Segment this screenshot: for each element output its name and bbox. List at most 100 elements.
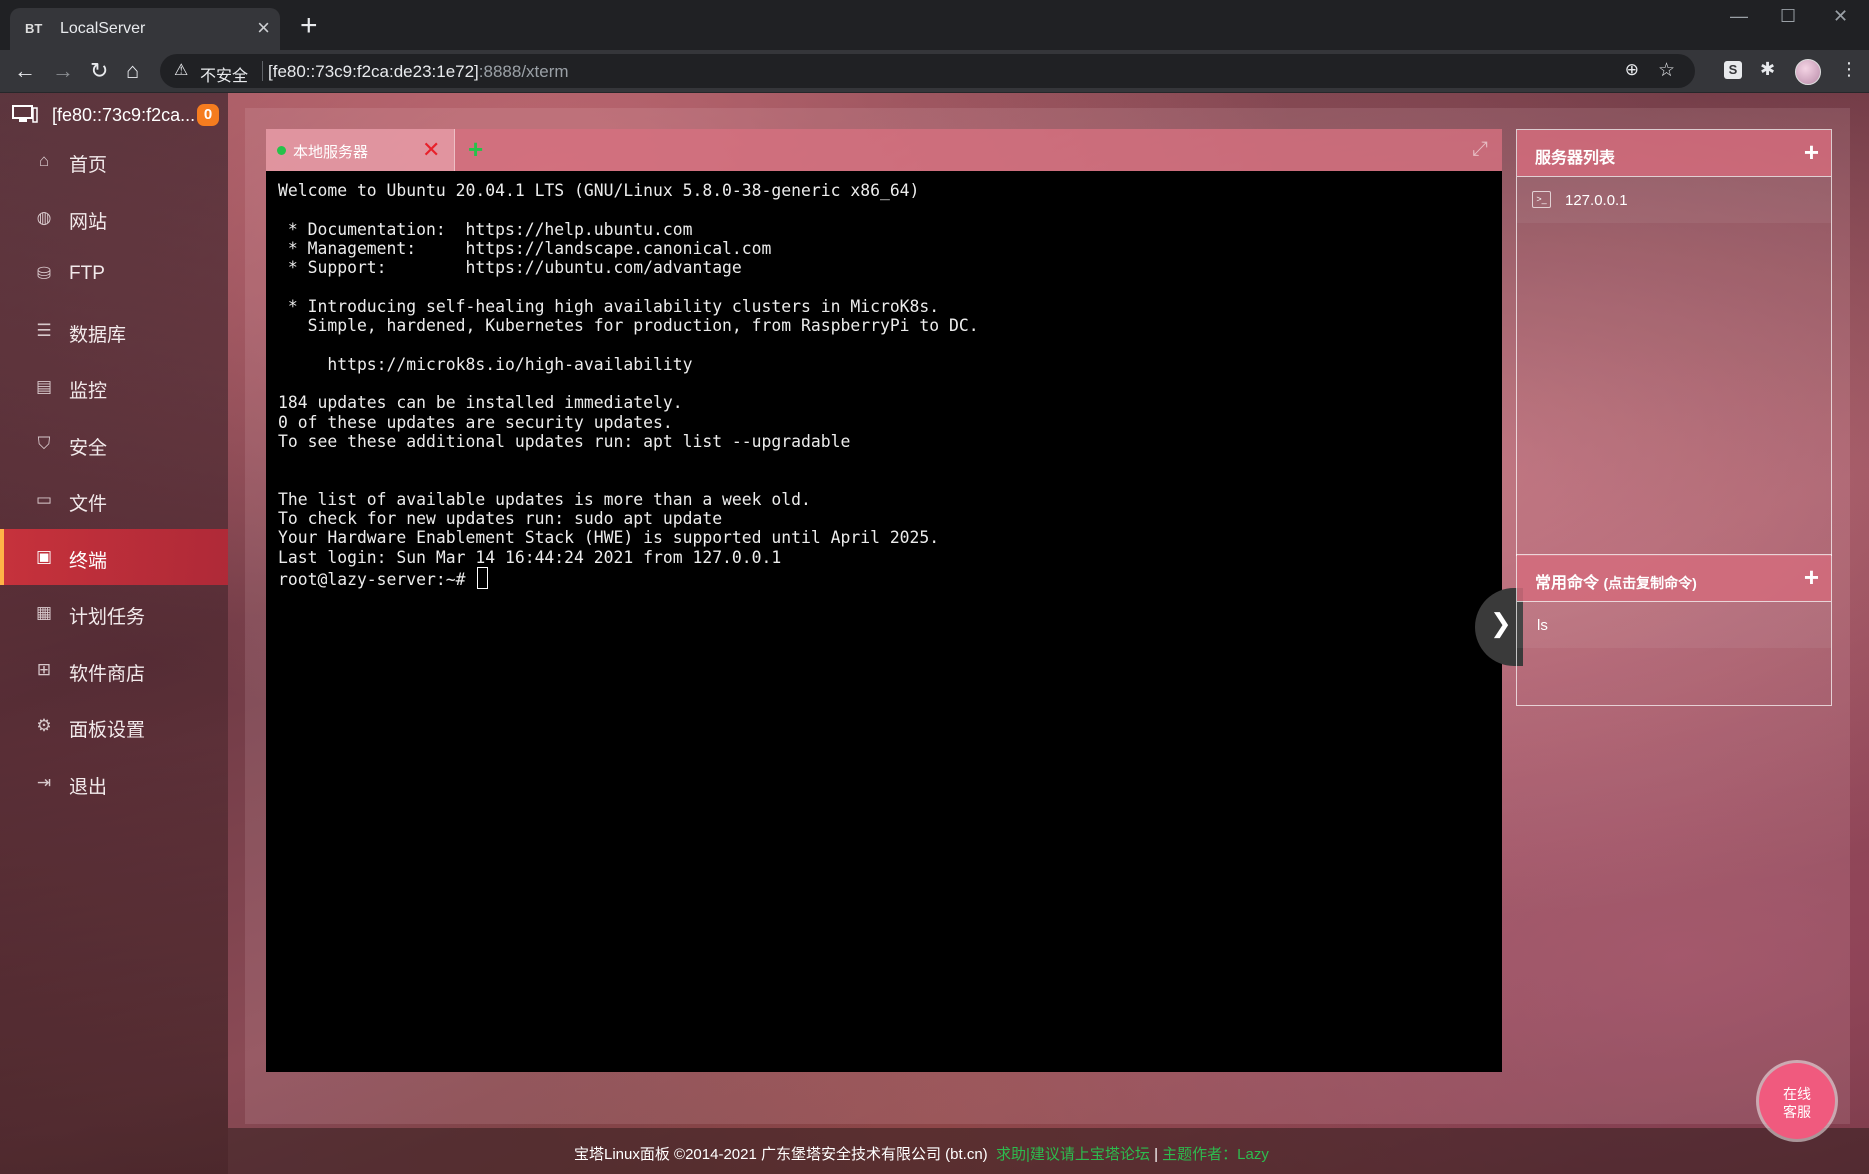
sidebar-item-0[interactable]: ⌂ 首页 [0,133,228,190]
grid-apps-icon: ⊞ [36,659,52,679]
database-icon: ☰ [36,320,52,340]
command-text: ls [1537,617,1548,634]
commands-title: 常用命令 (点击复制命令) [1535,569,1697,593]
sidebar: [fe80::73c9:f2ca... 0 ⌂ 首页 ◍ 网站 ⛁ FTP☰ 数据库▤ 监控⛉… [0,93,228,1174]
forum-link[interactable]: 求助|建议请上宝塔论坛 [996,1146,1150,1163]
terminal-tab-label: 本地服务器 [293,144,369,161]
s-extension-icon[interactable]: S [1724,61,1742,79]
browser-tab[interactable]: BT LocalServer × [10,8,280,50]
window-close-icon[interactable]: ✕ [1833,6,1848,27]
close-terminal-icon[interactable]: ✕ [422,137,440,163]
commands-panel: 常用命令 (点击复制命令) + ls [1516,554,1832,706]
notification-badge[interactable]: 0 [197,104,219,126]
sidebar-item-3[interactable]: ☰ 数据库 [0,303,228,360]
add-server-icon[interactable]: + [1804,137,1819,168]
back-icon[interactable]: ← [14,58,36,84]
monitor-chart-icon: ▤ [35,377,53,396]
browser-toolbar: ← → ↻ ⌂ ⚠ 不安全 [fe80::73c9:f2ca:de23:1e72… [0,50,1869,93]
terminal-line: * Introducing self-healing high availabi… [278,296,940,316]
bookmark-star-icon[interactable]: ☆ [1658,59,1675,82]
extensions-puzzle-icon[interactable]: ✱ [1760,59,1775,80]
monitor-icon [12,105,38,123]
terminal-prompt-line[interactable]: root@lazy-server:~# [278,567,489,589]
sidebar-item-label: 文件 [69,494,108,515]
connected-status-icon [277,146,286,155]
close-tab-icon[interactable]: × [257,15,270,41]
server-list-title: 服务器列表 [1535,150,1616,167]
server-list-panel: 服务器列表 + >_ 127.0.0.1 [1516,129,1832,556]
terminal-line: https://microk8s.io/high-availability [278,354,693,374]
terminal-line: The list of available updates is more th… [278,489,811,509]
commands-title-text: 常用命令 [1535,575,1600,592]
sidebar-item-11[interactable]: ⇥ 退出 [0,755,228,812]
url-path: :8888/xterm [478,62,569,81]
minimize-icon[interactable]: — [1730,6,1748,27]
server-row[interactable]: >_ 127.0.0.1 [1517,176,1831,223]
sidebar-item-2[interactable]: ⛁ FTP [0,246,228,303]
logout-icon: ⇥ [36,772,52,792]
sidebar-item-7[interactable]: ▣ 终端 [0,528,228,585]
calendar-icon: ▦ [35,603,53,622]
address-bar[interactable]: ⚠ 不安全 [fe80::73c9:f2ca:de23:1e72]:8888/x… [160,54,1695,88]
insecure-label: 不安全 [200,68,249,85]
add-command-icon[interactable]: + [1804,562,1819,593]
server-terminal-icon: >_ [1532,191,1551,208]
terminal-line: 0 of these updates are security updates. [278,412,673,432]
forward-icon[interactable]: → [52,58,74,84]
fullscreen-icon[interactable]: ⤢ [1472,138,1488,161]
terminal-tab-local[interactable]: 本地服务器 ✕ [266,129,455,171]
add-terminal-icon[interactable]: + [468,134,483,165]
warning-icon: ⚠ [174,62,189,79]
terminal-line: * Management: https://landscape.canonica… [278,238,772,258]
terminal-line: Last login: Sun Mar 14 16:44:24 2021 fro… [278,547,782,567]
theme-author-link[interactable]: 主题作者：Lazy [1162,1146,1269,1163]
terminal-line: To see these additional updates run: apt… [278,431,851,451]
reload-icon[interactable]: ↻ [90,58,108,84]
browser-menu-icon[interactable]: ⋮ [1840,59,1858,80]
terminal-line: * Documentation: https://help.ubuntu.com [278,219,693,239]
sidebar-item-label: 安全 [69,437,108,459]
online-support-button[interactable]: 在线 客服 [1759,1063,1835,1139]
terminal-line: 184 updates can be installed immediately… [278,393,683,413]
new-tab-icon[interactable]: + [300,9,318,43]
browser-tab-strip: BT LocalServer × + — ☐ ✕ [0,0,1869,50]
support-line2: 客服 [1783,1104,1811,1120]
terminal-tab-bar: 本地服务器 ✕ + ⤢ [266,129,1502,171]
sidebar-item-label: 监控 [69,381,108,402]
sidebar-item-9[interactable]: ⊞ 软件商店 [0,642,228,699]
sidebar-item-label: 软件商店 [69,663,146,685]
sidebar-item-8[interactable]: ▦ 计划任务 [0,585,228,642]
sidebar-item-label: 网站 [69,211,108,233]
server-host[interactable]: [fe80::73c9:f2ca... 0 [12,103,220,129]
sidebar-menu: ⌂ 首页 ◍ 网站 ⛁ FTP ☰ 数据库 ▤ 监控 ⛉ 安全 ▭ 文件 ▣ 终端 ▦ 计划任务 ⊞ 软件商店 ⚙ 面板设… [0,133,228,811]
shield-icon: ⛉ [37,433,51,453]
url-text[interactable]: [fe80::73c9:f2ca:de23:1e72]:8888/xterm [268,62,569,82]
home-icon[interactable]: ⌂ [126,58,139,84]
folder-icon: ▭ [35,490,53,509]
sidebar-item-label: 数据库 [69,324,127,346]
server-list-header: 服务器列表 + [1517,130,1831,176]
sidebar-item-1[interactable]: ◍ 网站 [0,190,228,247]
profile-avatar[interactable] [1795,59,1821,85]
url-host: [fe80::73c9:f2ca:de23:1e72] [268,62,479,81]
footer-divider: | [1154,1146,1158,1163]
sidebar-item-label: 首页 [69,155,108,176]
commands-hint: (点击复制命令) [1603,575,1697,591]
footer: 宝塔Linux面板 ©2014-2021 广东堡塔安全技术有限公司 (bt.cn… [228,1128,1869,1174]
divider [262,61,263,81]
sidebar-item-5[interactable]: ⛉ 安全 [0,416,228,473]
sidebar-item-label: FTP [69,263,105,284]
sidebar-item-label: 面板设置 [69,720,146,741]
zoom-icon[interactable]: ⊕ [1625,60,1639,80]
sidebar-item-label: 终端 [69,550,108,572]
terminal-screen[interactable]: Welcome to Ubuntu 20.04.1 LTS (GNU/Linux… [266,171,1502,1072]
command-row[interactable]: ls [1517,601,1831,648]
terminal-line: Welcome to Ubuntu 20.04.1 LTS (GNU/Linux… [278,181,920,200]
panel-page: [fe80::73c9:f2ca... 0 ⌂ 首页 ◍ 网站 ⛁ FTP☰ 数据库▤ 监控⛉… [0,93,1869,1174]
maximize-icon[interactable]: ☐ [1780,6,1796,27]
terminal-line: Simple, hardened, Kubernetes for product… [278,316,979,336]
sidebar-item-6[interactable]: ▭ 文件 [0,472,228,529]
sidebar-item-10[interactable]: ⚙ 面板设置 [0,698,228,755]
sidebar-item-4[interactable]: ▤ 监控 [0,359,228,416]
host-name: [fe80::73c9:f2ca... [52,105,196,125]
